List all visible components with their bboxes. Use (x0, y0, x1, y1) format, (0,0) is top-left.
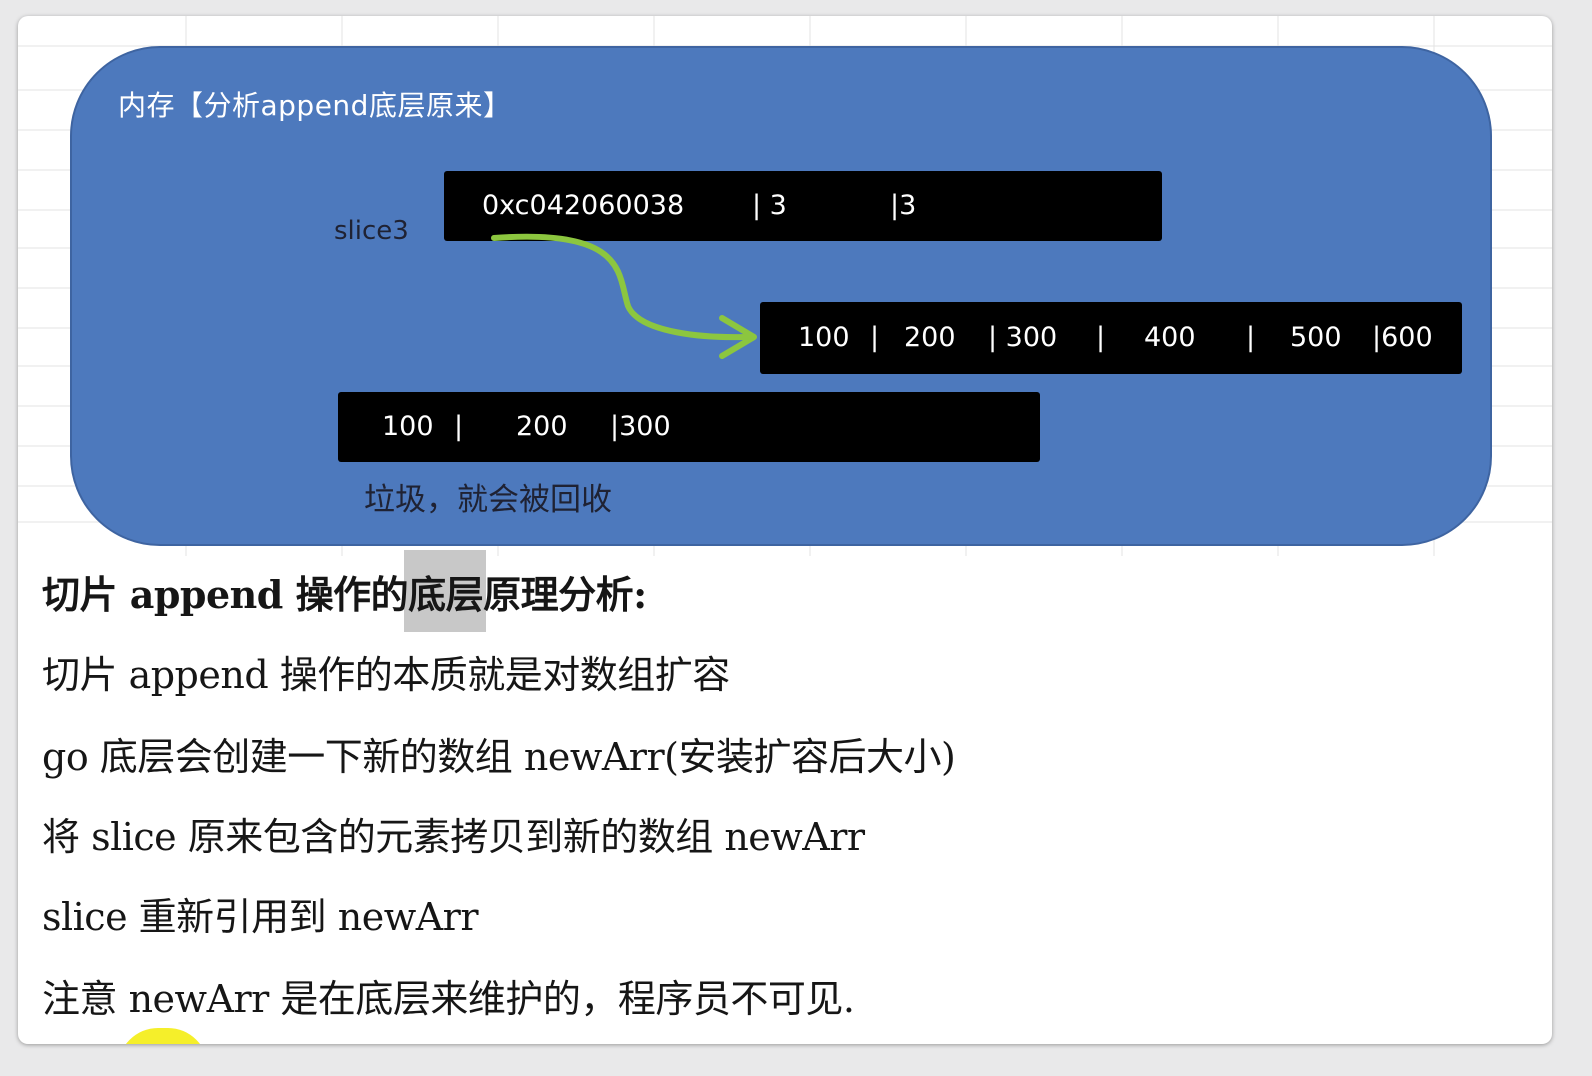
slice-len-value: | 3 (752, 189, 787, 221)
explanation-line: 注意 newArr 是在底层来维护的，程序员不可见. (42, 977, 855, 1021)
new-array-separator: | (1246, 321, 1256, 353)
new-array-cell: 200 (904, 321, 956, 353)
new-array-bar: 100 | 200 | 300 | 400 | 500 |600 (760, 302, 1462, 374)
old-array-cell: 100 (382, 410, 434, 442)
memory-title: 内存【分析append底层原来】 (118, 89, 512, 122)
explanation-line: slice 重新引用到 newArr (42, 895, 479, 939)
new-array-cell: 500 (1290, 321, 1342, 353)
cursor-highlight-dot (118, 1028, 208, 1044)
new-array-cell: 400 (1144, 321, 1196, 353)
garbage-note: 垃圾，就会被回收 (364, 482, 612, 518)
old-array-bar: 100 | 200 |300 (338, 392, 1040, 462)
explanation-heading: 切片 append 操作的底层原理分析: (42, 572, 647, 617)
new-array-cell: |600 (1372, 321, 1433, 353)
new-array-separator: | (870, 321, 880, 353)
new-array-cell: | 300 (988, 321, 1058, 353)
slice-variable-label: slice3 (334, 216, 409, 246)
new-array-cell: 100 (798, 321, 850, 353)
old-array-cell: 200 (516, 410, 568, 442)
explanation-line: 切片 append 操作的本质就是对数组扩容 (42, 653, 730, 697)
document-page: 内存【分析append底层原来】 slice3 0xc042060038 | 3… (18, 16, 1552, 1044)
explanation-line: go 底层会创建一下新的数组 newArr(安装扩容后大小) (42, 735, 956, 779)
slice-cap-value: |3 (890, 189, 917, 221)
explanation-line: 将 slice 原来包含的元素拷贝到新的数组 newArr (42, 815, 865, 859)
old-array-cell: |300 (610, 410, 671, 442)
slice-pointer-value: 0xc042060038 (482, 189, 685, 221)
new-array-separator: | (1096, 321, 1106, 353)
old-array-separator: | (454, 410, 464, 442)
slice-header-bar: 0xc042060038 | 3 |3 (444, 171, 1162, 241)
